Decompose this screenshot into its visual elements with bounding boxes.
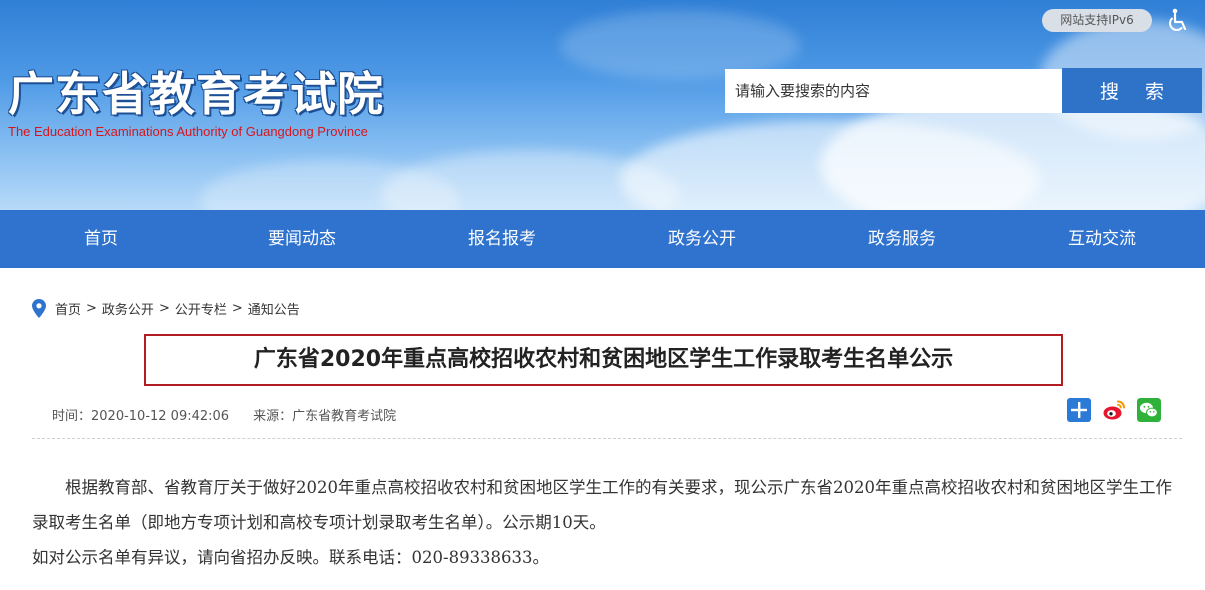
breadcrumb-government-affairs[interactable]: 政务公开 [102, 299, 154, 318]
wechat-icon[interactable] [1137, 398, 1161, 422]
location-pin-icon [32, 298, 46, 318]
weibo-icon[interactable] [1102, 398, 1126, 422]
search-input[interactable] [725, 69, 1062, 113]
site-subtitle: The Education Examinations Authority of … [8, 124, 368, 139]
share-bar [1067, 398, 1161, 422]
publish-time: 时间：2020-10-12 09:42:06 [52, 409, 230, 424]
article-paragraph: 如对公示名单有异议，请向省招办反映。联系电话：020-89338633。 [32, 548, 550, 567]
breadcrumb-notices[interactable]: 通知公告 [248, 299, 300, 318]
article-title: 广东省2020年重点高校招收农村和贫困地区学生工作录取考生名单公示 [144, 334, 1063, 386]
share-plus-icon[interactable] [1067, 398, 1091, 422]
breadcrumb-separator: > [231, 300, 243, 316]
article-meta: 时间：2020-10-12 09:42:06 来源：广东省教育考试院 [52, 405, 396, 424]
nav-item-interaction[interactable]: 互动交流 [1002, 210, 1202, 268]
ipv6-badge[interactable]: 网站支持IPv6 [1042, 9, 1152, 32]
wheelchair-icon[interactable] [1166, 8, 1190, 34]
site-title[interactable]: 广东省教育考试院 [8, 58, 384, 124]
article-body: 根据教育部、省教育厅关于做好2020年重点高校招收农村和贫困地区学生工作的有关要… [32, 470, 1172, 575]
divider [32, 438, 1182, 439]
main-nav: 首页 要闻动态 报名报考 政务公开 政务服务 互动交流 [0, 210, 1205, 268]
nav-item-government-services[interactable]: 政务服务 [802, 210, 1002, 268]
breadcrumb: 首页 > 政务公开 > 公开专栏 > 通知公告 [32, 298, 300, 318]
header-banner: 广东省教育考试院 The Education Examinations Auth… [0, 0, 1205, 210]
breadcrumb-public-column[interactable]: 公开专栏 [175, 299, 227, 318]
breadcrumb-separator: > [158, 300, 170, 316]
search-button[interactable]: 搜 索 [1062, 68, 1202, 113]
article-paragraph: 根据教育部、省教育厅关于做好2020年重点高校招收农村和贫困地区学生工作的有关要… [32, 478, 1172, 532]
breadcrumb-home[interactable]: 首页 [55, 299, 81, 318]
nav-item-government-affairs[interactable]: 政务公开 [602, 210, 802, 268]
breadcrumb-separator: > [86, 300, 97, 316]
article-source: 来源：广东省教育考试院 [253, 409, 397, 424]
nav-item-news[interactable]: 要闻动态 [202, 210, 402, 268]
nav-item-registration[interactable]: 报名报考 [402, 210, 602, 268]
nav-item-home[interactable]: 首页 [0, 210, 202, 268]
